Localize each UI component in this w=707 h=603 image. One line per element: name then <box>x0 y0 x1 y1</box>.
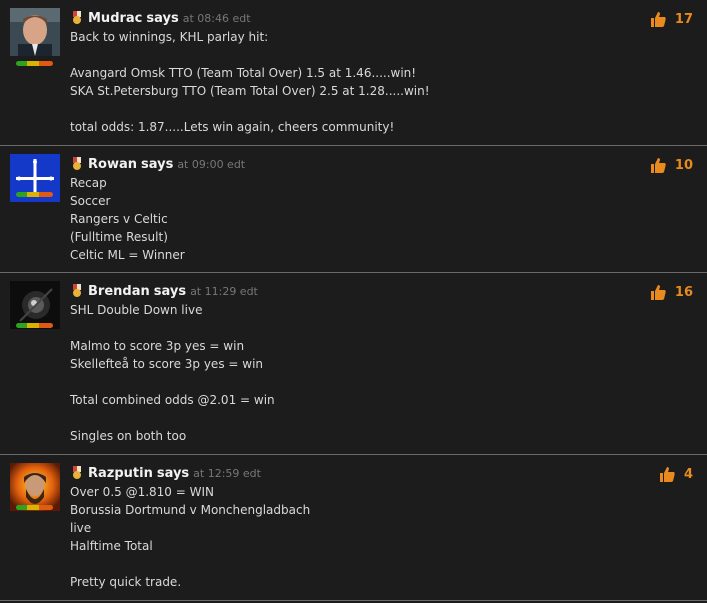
comment: Brendan says at 11:29 edt SHL Double Dow… <box>0 273 707 455</box>
says-label: says <box>156 465 190 481</box>
comment: Rowan says at 09:00 edt Recap Soccer Ran… <box>0 146 707 273</box>
thumbs-up-icon <box>650 285 666 300</box>
says-label: says <box>140 156 174 172</box>
timestamp: at 12:59 edt <box>193 466 261 480</box>
author-name[interactable]: Brendan <box>88 284 150 299</box>
avatar[interactable] <box>10 463 60 511</box>
timestamp: at 09:00 edt <box>177 157 246 171</box>
author-name[interactable]: Mudrac <box>88 11 142 26</box>
thumbs-up-icon <box>650 12 666 27</box>
reputation-bar <box>16 323 53 328</box>
timestamp: at 08:46 edt <box>182 11 251 25</box>
author-name[interactable]: Rowan <box>88 157 137 172</box>
comment-body: Back to winnings, KHL parlay hit: Avanga… <box>70 30 430 134</box>
comment-feed: Mudrac says at 08:46 edt Back to winning… <box>0 0 707 601</box>
comment-body: Over 0.5 @1.810 = WIN Borussia Dortmund … <box>70 485 311 589</box>
like-button[interactable]: 16 <box>649 283 693 301</box>
medal-icon <box>70 11 84 25</box>
thumbs-up-icon <box>650 158 666 173</box>
comment-body: Recap Soccer Rangers v Celtic (Fulltime … <box>70 176 185 262</box>
reputation-bar <box>16 61 53 66</box>
avatar[interactable] <box>10 281 60 329</box>
says-label: says <box>146 10 179 26</box>
comment-body: SHL Double Down live Malmo to score 3p y… <box>70 303 275 443</box>
says-label: says <box>153 283 187 299</box>
author-name[interactable]: Razputin <box>88 466 153 481</box>
timestamp: at 11:29 edt <box>190 284 258 298</box>
like-button[interactable]: 10 <box>649 156 693 174</box>
like-count: 4 <box>683 466 693 482</box>
medal-icon <box>70 466 84 480</box>
comment-header: Brendan says at 11:29 edt <box>70 283 258 299</box>
medal-icon <box>70 284 84 298</box>
like-button[interactable]: 4 <box>658 465 693 483</box>
comment: Mudrac says at 08:46 edt Back to winning… <box>0 0 707 146</box>
like-count: 16 <box>674 284 693 300</box>
thumbs-up-icon <box>659 467 675 482</box>
like-count: 17 <box>674 11 693 27</box>
avatar[interactable] <box>10 8 60 56</box>
like-button[interactable]: 17 <box>649 10 693 28</box>
comment: Razputin says at 12:59 edt Over 0.5 @1.8… <box>0 455 707 601</box>
medal-icon <box>70 157 84 171</box>
comment-header: Razputin says at 12:59 edt <box>70 465 261 481</box>
reputation-bar <box>16 192 53 197</box>
reputation-bar <box>16 505 53 510</box>
comment-header: Mudrac says at 08:46 edt <box>70 10 251 26</box>
comment-header: Rowan says at 09:00 edt <box>70 156 245 172</box>
like-count: 10 <box>674 157 693 173</box>
